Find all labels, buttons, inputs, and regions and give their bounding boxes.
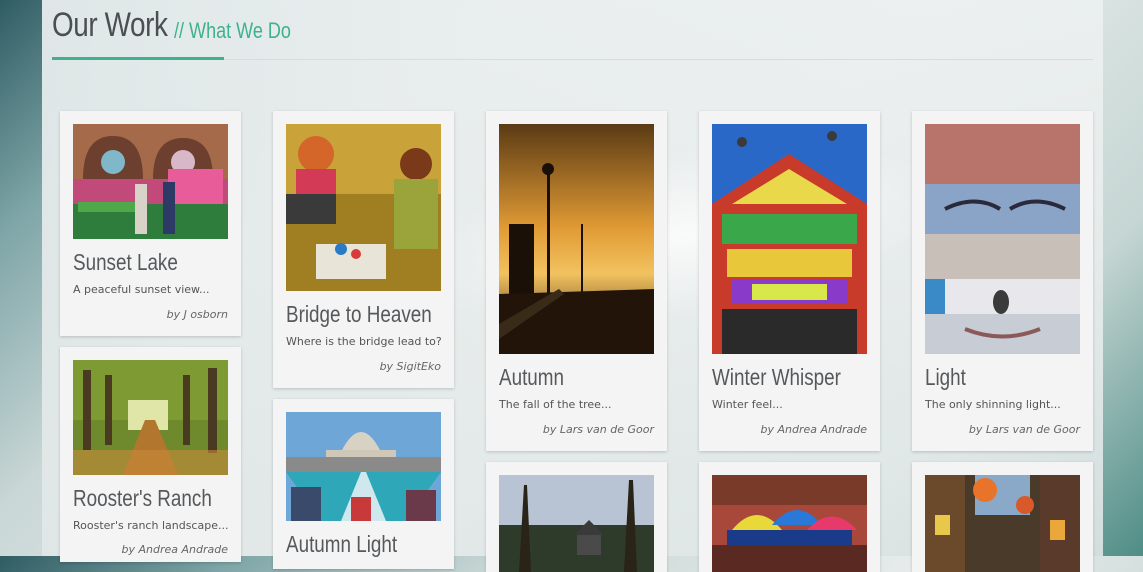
card-title[interactable]: Sunset Lake [73,249,178,276]
card-image-graffiti-face[interactable] [925,124,1080,354]
portfolio-card-light[interactable]: Light The only shinning light... by Lars… [912,111,1093,451]
card-author[interactable]: by Lars van de Goor [543,423,654,436]
portfolio-card-winter-whisper[interactable]: Winter Whisper Winter feel... by Andrea … [699,111,880,451]
card-title[interactable]: Bridge to Heaven [286,301,432,328]
card-description: The fall of the tree... [499,398,612,411]
section-subtitle: // What We Do [174,18,291,43]
card-image-theatre-umbrellas[interactable] [712,475,867,572]
card-image-millennium-bridge[interactable] [286,412,441,521]
card-image-street-art[interactable] [73,124,228,239]
card-description: Winter feel... [712,398,783,411]
card-author[interactable]: by Lars van de Goor [969,423,1080,436]
card-author[interactable]: by Andrea Andrade [761,423,868,436]
section-title: Our Work [52,6,168,44]
portfolio-card-bridge-to-heaven[interactable]: Bridge to Heaven Where is the bridge lea… [273,111,454,388]
card-author[interactable]: by SigitEko [380,360,441,373]
card-image-tree-avenue[interactable] [73,360,228,475]
card-description: Where is the bridge lead to? [286,335,442,348]
card-description: Rooster's ranch landscape... [73,519,229,532]
portfolio-panel: Our Work // What We Do Sunset Lake A pea [42,0,1103,572]
section-header: Our Work // What We Do [52,6,291,45]
card-author[interactable]: by J osborn [167,308,228,321]
portfolio-card-sunset-lake[interactable]: Sunset Lake A peaceful sunset view... by… [60,111,241,336]
card-description: The only shinning light... [925,398,1061,411]
card-title[interactable]: Winter Whisper [712,364,841,391]
card-image-pier-sunset[interactable] [499,124,654,354]
card-title[interactable]: Light [925,364,966,391]
card-image-lantern-street[interactable] [925,475,1080,572]
card-image-colorful-facade[interactable] [712,124,867,354]
portfolio-card-autumn[interactable]: Autumn The fall of the tree... by Lars v… [486,111,667,451]
portfolio-card-autumn-light[interactable]: Autumn Light [273,399,454,569]
card-image-children-chalk[interactable] [286,124,441,291]
card-author[interactable]: by Andrea Andrade [122,543,229,556]
card-title[interactable]: Autumn [499,364,564,391]
card-title[interactable]: Rooster's Ranch [73,485,212,512]
portfolio-card-roosters-ranch[interactable]: Rooster's Ranch Rooster's ranch landscap… [60,347,241,562]
header-accent-bar [52,57,224,60]
background-glow [392,111,972,359]
card-title[interactable]: Autumn Light [286,531,397,558]
card-image-park-gazebo[interactable] [499,475,654,572]
card-description: A peaceful sunset view... [73,283,210,296]
